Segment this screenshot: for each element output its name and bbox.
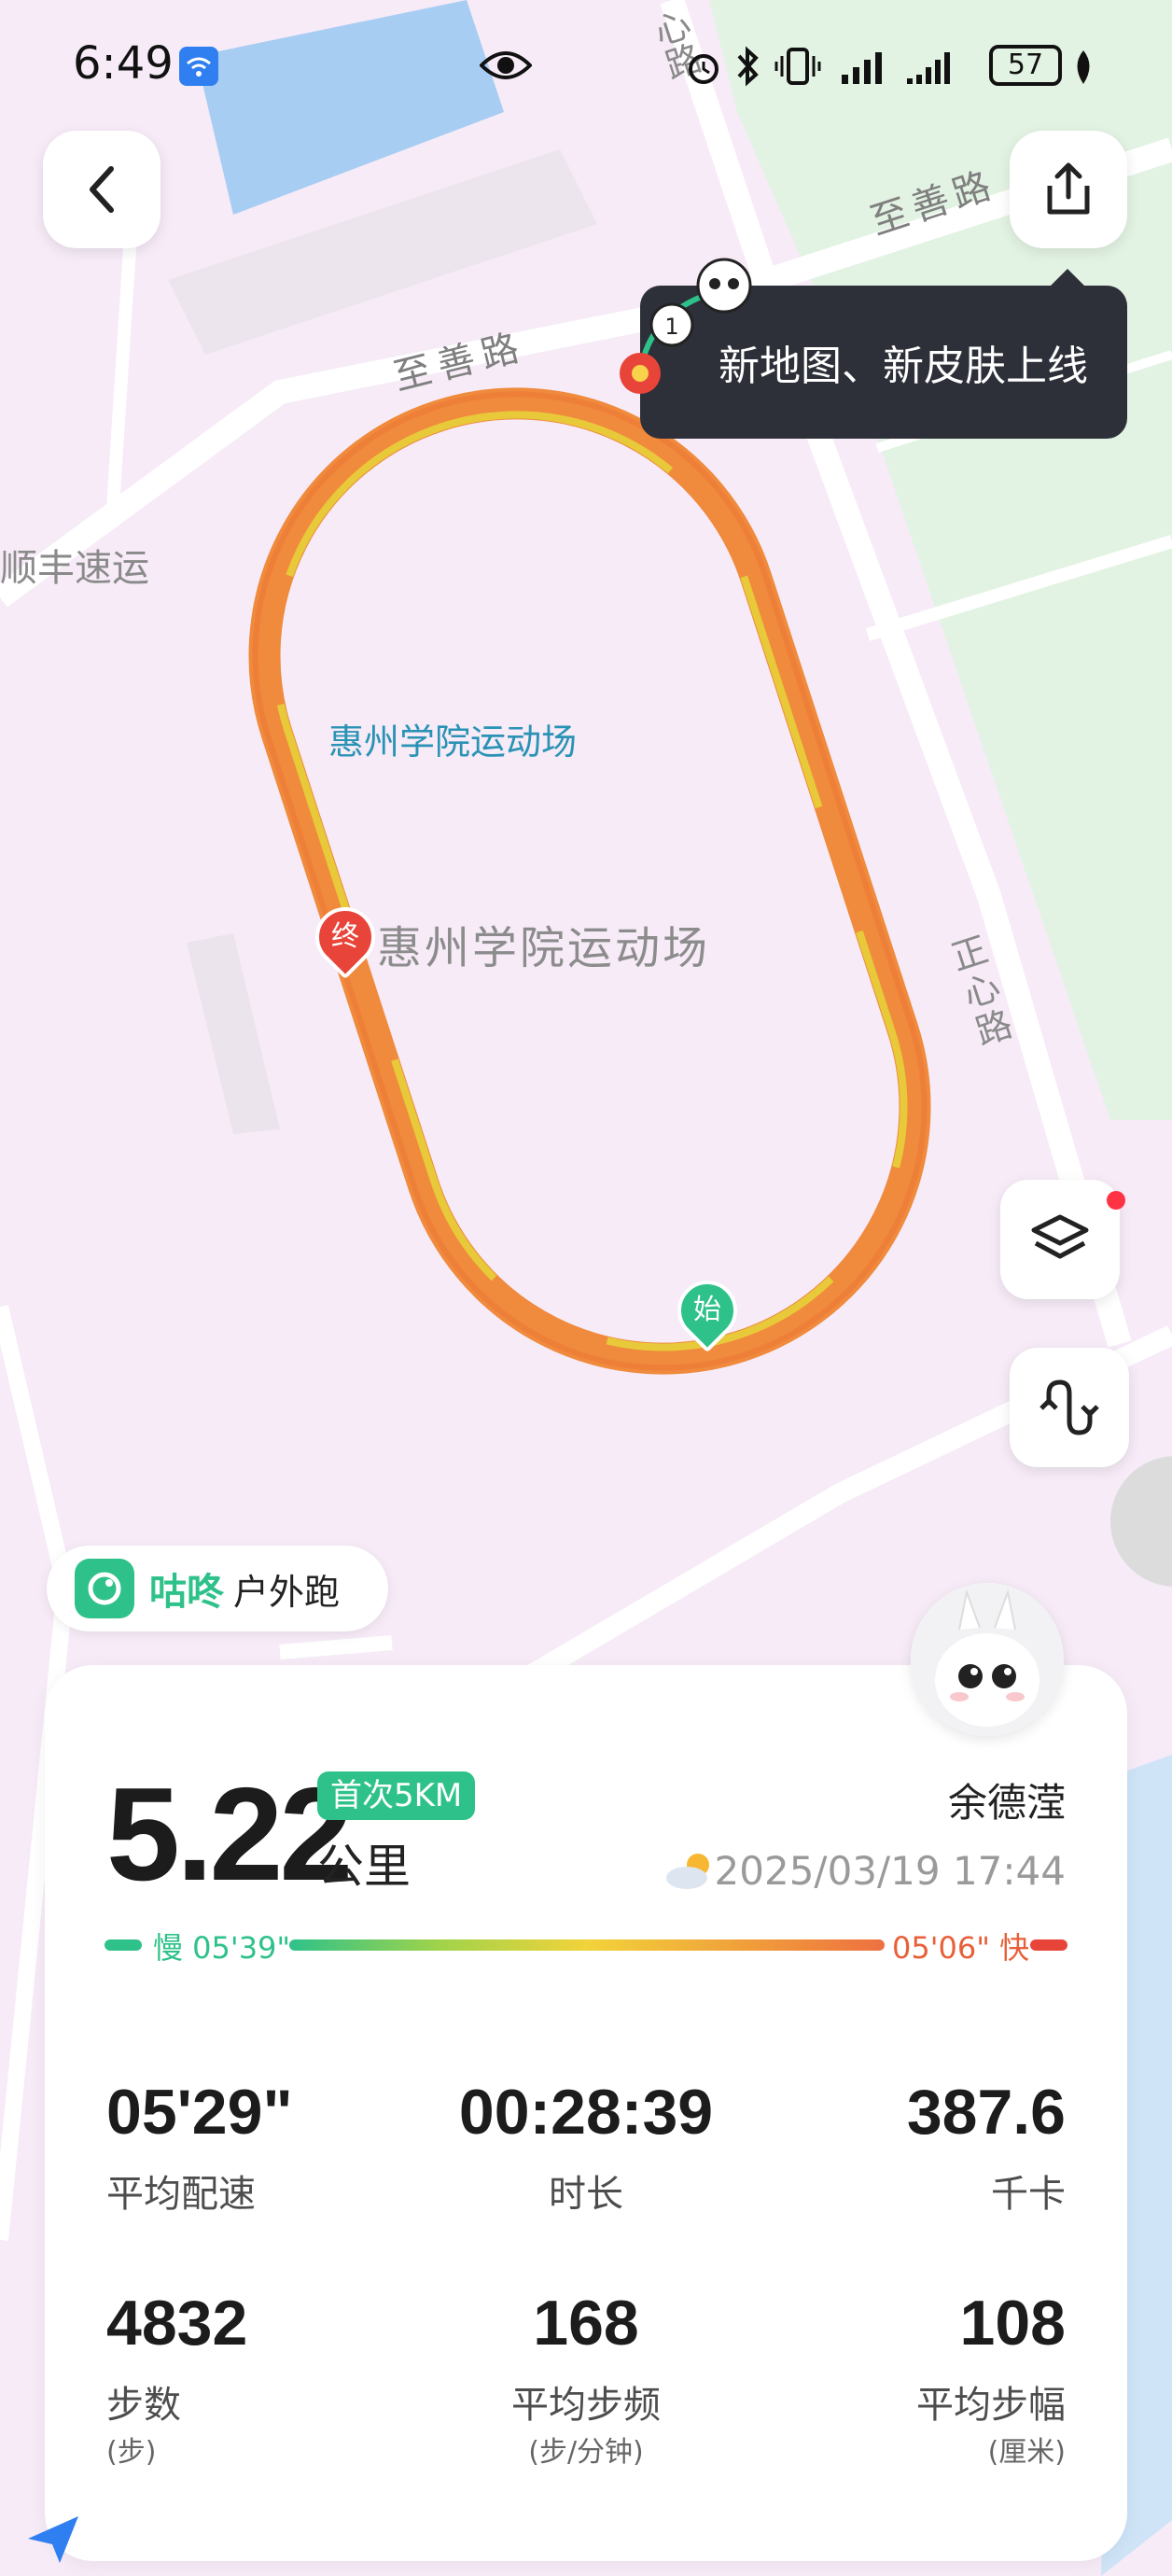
pace-bar-left-cap bbox=[105, 1939, 142, 1951]
venue-label-blue: 惠州学院运动场 bbox=[328, 721, 578, 763]
route-replay-button[interactable] bbox=[1010, 1348, 1129, 1467]
status-time: 6:49 bbox=[73, 37, 174, 90]
pace-slow-label: 慢 05'39" bbox=[153, 1930, 291, 1966]
wifi-icon bbox=[179, 47, 218, 86]
summary-card: 5.22 首次5KM 公里 余德滢 2025/03/19 17:44 慢 05'… bbox=[45, 1665, 1127, 2561]
bluetooth-icon bbox=[733, 45, 761, 91]
distance-value: 5.22 bbox=[106, 1760, 353, 1909]
venue-label-gray: 惠州学院运动场 bbox=[377, 922, 711, 974]
calories-label: 千卡 bbox=[991, 2173, 1066, 2216]
signal-icon bbox=[840, 49, 901, 90]
stride-value: 108 bbox=[959, 2288, 1066, 2359]
layers-icon bbox=[1031, 1214, 1089, 1259]
pace-gradient-bar bbox=[289, 1939, 885, 1951]
user-name: 余德滢 bbox=[947, 1780, 1066, 1826]
activity-datetime: 2025/03/19 17:44 bbox=[714, 1848, 1066, 1894]
calories-value: 387.6 bbox=[906, 2077, 1066, 2148]
achievement-badge: 首次5KM bbox=[317, 1771, 476, 1820]
layers-button[interactable] bbox=[1000, 1180, 1120, 1299]
avatar[interactable] bbox=[911, 1583, 1064, 1736]
route-icon bbox=[1039, 1379, 1099, 1435]
battery-icon: 57 bbox=[989, 45, 1062, 86]
stride-label: 平均步幅 bbox=[916, 2384, 1066, 2427]
location-arrow-icon bbox=[22, 2511, 88, 2570]
status-bar: 6:49 57 bbox=[0, 0, 1172, 131]
distance-unit: 公里 bbox=[317, 1840, 411, 1894]
app-logo-icon bbox=[75, 1559, 134, 1618]
battery-level: 57 bbox=[1007, 49, 1044, 81]
vibrate-icon bbox=[774, 47, 821, 90]
pace-fast-label: 05'06" 快 bbox=[892, 1930, 1030, 1966]
share-icon bbox=[1047, 162, 1090, 215]
app-source-pill: 咕咚 户外跑 bbox=[47, 1546, 388, 1631]
mascot-route-icon: 1 bbox=[612, 252, 761, 414]
app-brand: 咕咚 bbox=[149, 1571, 224, 1614]
leaf-icon bbox=[1071, 49, 1095, 90]
back-button[interactable] bbox=[43, 131, 160, 248]
weather-icon bbox=[664, 1848, 719, 1895]
road-label-left: 顺丰速运 bbox=[0, 547, 149, 590]
pace-bar-right-cap bbox=[1030, 1939, 1067, 1951]
svg-text:1: 1 bbox=[664, 314, 678, 340]
layers-notification-dot bbox=[1107, 1191, 1125, 1210]
chevron-left-icon bbox=[90, 166, 114, 213]
alarm-icon bbox=[683, 47, 724, 91]
achievement-badge-text: 首次5KM bbox=[330, 1777, 463, 1814]
signal-icon-2 bbox=[905, 49, 980, 90]
tooltip-arrow bbox=[1049, 269, 1086, 287]
road-bottom bbox=[279, 1635, 393, 1659]
eye-icon bbox=[479, 47, 533, 88]
cadence-unit: (步/分钟) bbox=[528, 2436, 644, 2469]
share-button[interactable] bbox=[1010, 131, 1127, 248]
tooltip-text: 新地图、新皮肤上线 bbox=[719, 343, 1088, 390]
start-marker-label: 始 bbox=[693, 1294, 721, 1326]
activity-type: 户外跑 bbox=[233, 1571, 341, 1613]
duration-label: 时长 bbox=[549, 2173, 623, 2216]
stride-unit: (厘米) bbox=[987, 2436, 1066, 2469]
end-marker-label: 终 bbox=[331, 920, 359, 953]
